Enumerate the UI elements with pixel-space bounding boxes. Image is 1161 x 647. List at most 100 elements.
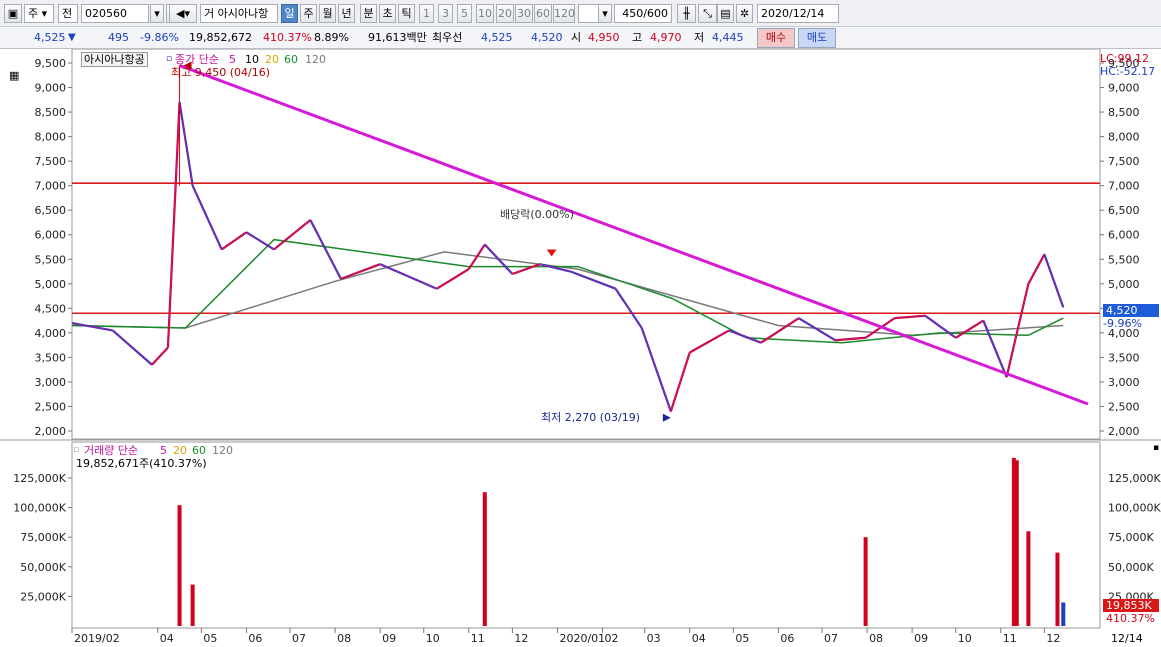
y-tick-label-right: 9,000 (1108, 82, 1140, 95)
interval-3[interactable]: 3 (438, 4, 453, 23)
interval-60[interactable]: 60 (534, 4, 552, 23)
low-marker-label: 최저 2,270 (03/19) (541, 411, 641, 424)
x-tick-label: 02 (605, 632, 619, 645)
current-volume-ratio: 410.37% (1106, 612, 1155, 625)
save-icon[interactable]: ▤ (717, 4, 734, 23)
y-tick-label-right: 2,000 (1108, 425, 1140, 438)
volume-legend-label: 거래량 단순 (84, 444, 139, 457)
volume-y-tick-label: 125,000K (13, 472, 66, 485)
volume-y-tick-label: 100,000K (13, 502, 66, 515)
chart-area[interactable]: 9,500 9,500 9,000 9,000 8,500 8,500 8,000 8,000… (0, 49, 1161, 647)
x-tick-label: 05 (203, 632, 217, 645)
period-weekly[interactable]: 주 (300, 4, 317, 23)
x-tick-label: 04 (692, 632, 706, 645)
x-tick-label: 03 (647, 632, 661, 645)
volume-panel-frame (71, 441, 1101, 629)
x-tick-label: 04 (160, 632, 174, 645)
x-tick-label: 07 (292, 632, 306, 645)
volume-bar (177, 505, 182, 626)
legend-ma-label: 종가 단순 (175, 53, 219, 66)
interval-dropdown-icon[interactable]: ▾ (598, 4, 612, 23)
y-tick-label: 2,500 (35, 400, 67, 413)
period-monthly[interactable]: 월 (319, 4, 336, 23)
draw-tool-icon[interactable]: ⤡ (698, 4, 717, 23)
sell-button[interactable]: 매도 (798, 28, 836, 48)
volume-summary: 19,852,671주(410.37%) (76, 457, 207, 470)
x-axis-right-label: 12/14 (1111, 632, 1143, 645)
y-tick-label-right: 7,500 (1108, 155, 1140, 168)
interval-20[interactable]: 20 (496, 4, 514, 23)
x-tick-label: 11 (471, 632, 485, 645)
legend-ma20: 20 (265, 53, 279, 66)
y-tick-label: 9,500 (35, 57, 67, 70)
stock-chart[interactable]: 9,500 9,5009,000 9,0008,500 8,5008,000 8,000… (0, 49, 1161, 647)
x-tick-label: 06 (248, 632, 262, 645)
buy-button[interactable]: 매수 (757, 28, 795, 48)
interval-1[interactable]: 1 (419, 4, 434, 23)
y-tick-label-right: 5,000 (1108, 278, 1140, 291)
x-tick-label: 12 (514, 632, 528, 645)
legend-ma5: 5 (229, 53, 236, 66)
open-label: 시 (571, 31, 582, 44)
y-tick-label: 5,500 (35, 253, 67, 266)
y-tick-label-right: 5,500 (1108, 253, 1140, 266)
market-select-2[interactable]: 전 (58, 4, 78, 23)
x-tick-label: 10 (426, 632, 440, 645)
quote-change: 495 (108, 31, 129, 44)
high-marker-label: 최고 9,450 (04/16) (171, 66, 271, 79)
window-menu-icon[interactable]: ▣ (4, 4, 22, 23)
quote-volume: 19,852,672 (189, 31, 252, 44)
period-minute[interactable]: 분 (360, 4, 377, 23)
current-change-tag: -9.96% (1103, 317, 1142, 330)
quote-change-pct: -9.86% (140, 31, 179, 44)
quote-volume-ratio: 410.37% (263, 31, 312, 44)
high-price: 4,970 (650, 31, 682, 44)
panel-menu-icon[interactable]: ▦ (9, 69, 19, 82)
period-second[interactable]: 초 (379, 4, 396, 23)
volume-y-tick-label: 25,000K (20, 590, 66, 603)
period-daily[interactable]: 일 (281, 4, 298, 23)
speaker-icon[interactable]: ◀▾ (169, 4, 197, 23)
y-tick-label-right: 8,500 (1108, 106, 1140, 119)
y-tick-label: 8,000 (35, 131, 67, 144)
best-ask: 4,525 (481, 31, 513, 44)
y-tick-label: 4,500 (35, 302, 67, 315)
volume-legend-ma60: 60 (192, 444, 206, 457)
period-tick[interactable]: 틱 (398, 4, 415, 23)
legend-icon: ▫ (166, 54, 173, 64)
best-ask-label: 최우선 (432, 31, 463, 44)
interval-10[interactable]: 10 (476, 4, 494, 23)
volume-y-tick-label-right: 100,000K (1108, 502, 1161, 515)
current-price-tag: 4,520 (1103, 304, 1159, 317)
count-input[interactable]: 450/600 (614, 4, 672, 23)
x-tick-label: 07 (824, 632, 838, 645)
interval-30[interactable]: 30 (515, 4, 533, 23)
price-panel-title[interactable]: 아시아나항공 (81, 52, 148, 67)
candle-type-icon[interactable]: ╫ (677, 4, 696, 23)
date-input[interactable]: 2020/12/14 (757, 4, 839, 23)
interval-5[interactable]: 5 (457, 4, 472, 23)
gear-icon[interactable]: ✲ (736, 4, 753, 23)
volume-bar (1055, 552, 1060, 626)
quote-turnover: 8.89% (314, 31, 349, 44)
market-select[interactable]: 주 ▾ (24, 4, 54, 23)
volume-panel-close-icon[interactable]: ▪ (1153, 442, 1159, 455)
stock-name-field[interactable]: 거 아시아나항 (200, 4, 278, 23)
high-label: 고 (632, 31, 643, 44)
interval-120[interactable]: 120 (553, 4, 575, 23)
top-toolbar: ▣ 주 ▾ 전 020560 ▾ ⌕ ◀▾ 거 아시아나항 일 주 월 년 분 … (0, 0, 1161, 27)
stock-code-input[interactable]: 020560 (81, 4, 149, 23)
period-yearly[interactable]: 년 (338, 4, 355, 23)
volume-bar (190, 584, 195, 626)
volume-legend-icon: ▫ (73, 445, 80, 455)
y-tick-label-right: 3,500 (1108, 351, 1140, 364)
y-tick-label: 7,500 (35, 155, 67, 168)
legend-ma60: 60 (284, 53, 298, 66)
x-tick-label: 09 (914, 632, 928, 645)
y-tick-label: 3,000 (35, 376, 67, 389)
lc-label: LC:99.12 (1100, 52, 1150, 65)
y-tick-label: 7,000 (35, 180, 67, 193)
volume-bar (1061, 602, 1066, 626)
code-dropdown-icon[interactable]: ▾ (150, 4, 164, 23)
x-tick-label: 09 (382, 632, 396, 645)
